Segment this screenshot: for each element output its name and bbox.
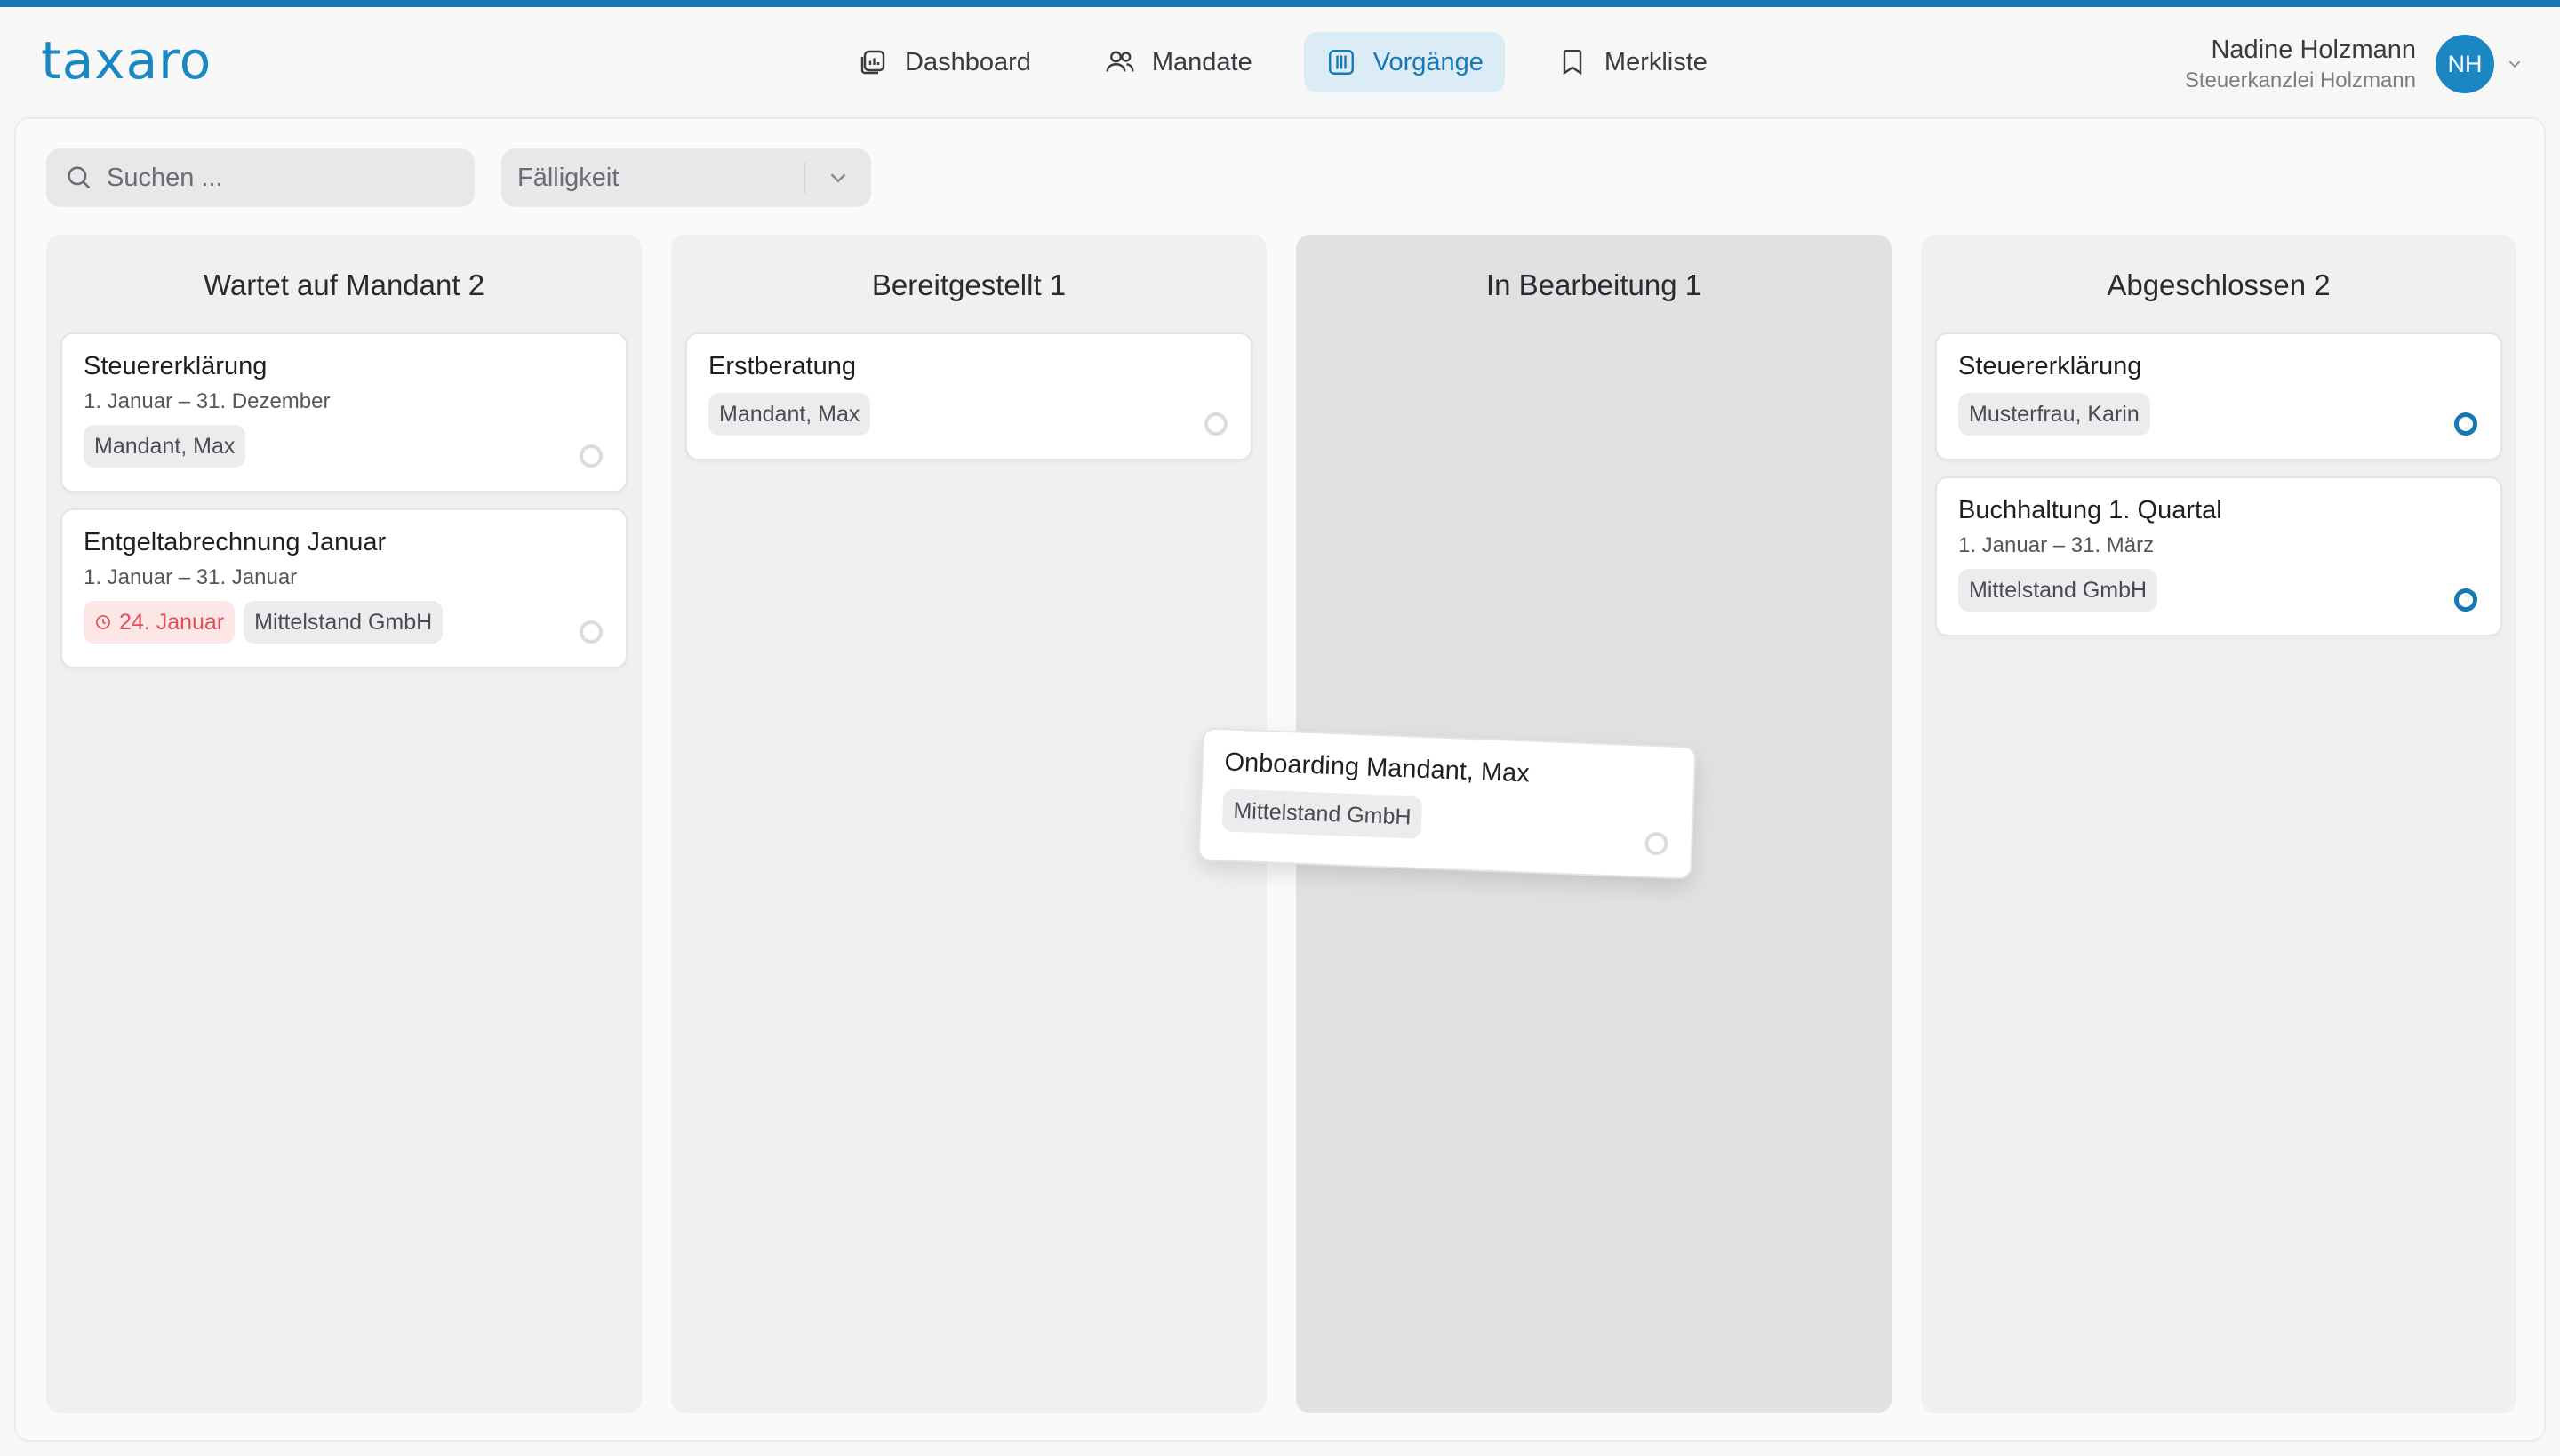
logo[interactable]: taxaro bbox=[41, 30, 212, 91]
main-nav: Dashboard Mandate Vorgänge Merkliste bbox=[836, 32, 1729, 92]
top-accent-bar bbox=[0, 0, 2560, 7]
due-date-label: 24. Januar bbox=[119, 609, 225, 635]
card-date-range: 1. Januar – 31. Januar bbox=[84, 565, 298, 589]
status-indicator[interactable] bbox=[580, 620, 603, 644]
due-date-badge[interactable]: 24. Januar bbox=[84, 601, 236, 644]
dashboard-icon bbox=[860, 50, 885, 75]
search-box[interactable] bbox=[46, 148, 475, 207]
search-input[interactable] bbox=[107, 163, 444, 193]
status-indicator-done[interactable] bbox=[2454, 412, 2477, 436]
status-indicator[interactable] bbox=[580, 444, 603, 468]
client-tag[interactable]: Mandant, Max bbox=[84, 425, 246, 468]
search-icon bbox=[68, 166, 91, 189]
client-tag[interactable]: Mittelstand GmbH bbox=[1221, 788, 1423, 839]
client-tag[interactable]: Mittelstand GmbH bbox=[1958, 569, 2158, 612]
column-wartet-auf-mandant[interactable]: Wartet auf Mandant 2 Steuererklärung 1. … bbox=[46, 235, 642, 1413]
card-title: Entgeltabrechnung Januar bbox=[84, 528, 387, 556]
kanban-icon bbox=[1328, 50, 1354, 75]
clock-icon bbox=[96, 615, 110, 629]
main-panel: Fälligkeit Wartet auf Mandant 2 Steuerer… bbox=[14, 117, 2546, 1442]
nav-item-vorgaenge[interactable]: Vorgänge bbox=[1303, 32, 1505, 92]
chevron-down-icon bbox=[830, 173, 846, 183]
filter-selected-value: Fälligkeit bbox=[517, 163, 620, 192]
task-card[interactable]: Buchhaltung 1. Quartal 1. Januar – 31. M… bbox=[1935, 476, 2502, 636]
user-organization: Steuerkanzlei Holzmann bbox=[2184, 68, 2416, 92]
card-title: Onboarding Mandant, Max bbox=[1223, 748, 1531, 788]
chevron-down-icon[interactable] bbox=[2505, 54, 2524, 74]
dragging-task-card[interactable]: Onboarding Mandant, Max Mittelstand GmbH bbox=[1197, 727, 1697, 880]
status-indicator[interactable] bbox=[1644, 831, 1668, 856]
task-card[interactable]: Steuererklärung Musterfrau, Karin bbox=[1935, 332, 2502, 460]
nav-label-vorgaenge: Vorgänge bbox=[1372, 47, 1484, 76]
column-abgeschlossen[interactable]: Abgeschlossen 2 Steuererklärung Musterfr… bbox=[1921, 235, 2516, 1413]
column-title: Abgeschlossen 2 bbox=[2107, 268, 2331, 301]
task-card[interactable]: Steuererklärung 1. Januar – 31. Dezember… bbox=[60, 332, 628, 492]
bookmark-icon bbox=[1563, 50, 1582, 76]
nav-label-mandate: Mandate bbox=[1151, 47, 1252, 76]
nav-label-merkliste: Merkliste bbox=[1604, 47, 1708, 76]
client-tag[interactable]: Mittelstand GmbH bbox=[244, 601, 444, 644]
status-indicator-done[interactable] bbox=[2454, 588, 2477, 612]
app-header: taxaro Dashboard Mandate Vorgänge Merkli… bbox=[0, 7, 2560, 117]
column-title: Wartet auf Mandant 2 bbox=[203, 268, 485, 301]
kanban-board: Wartet auf Mandant 2 Steuererklärung 1. … bbox=[46, 235, 2517, 1413]
user-name: Nadine Holzmann bbox=[2211, 36, 2416, 64]
card-title: Buchhaltung 1. Quartal bbox=[1958, 496, 2222, 524]
column-title: In Bearbeitung 1 bbox=[1485, 268, 1702, 301]
card-title: Steuererklärung bbox=[84, 352, 268, 380]
users-icon bbox=[1106, 51, 1134, 72]
client-tag[interactable]: Musterfrau, Karin bbox=[1958, 393, 2150, 436]
avatar[interactable]: NH bbox=[2436, 35, 2494, 93]
task-card[interactable]: Entgeltabrechnung Januar 1. Januar – 31.… bbox=[60, 508, 628, 668]
due-date-filter-select[interactable]: Fälligkeit bbox=[501, 148, 871, 207]
user-menu[interactable]: Nadine Holzmann Steuerkanzlei Holzmann N… bbox=[2185, 32, 2524, 96]
card-title: Steuererklärung bbox=[1958, 352, 2142, 380]
column-title: Bereitgestellt 1 bbox=[871, 268, 1067, 301]
column-bereitgestellt[interactable]: Bereitgestellt 1 Erstberatung Mandant, M… bbox=[671, 235, 1267, 1413]
nav-item-dashboard[interactable]: Dashboard bbox=[836, 32, 1052, 92]
task-card[interactable]: Erstberatung Mandant, Max bbox=[685, 332, 1252, 460]
card-date-range: 1. Januar – 31. März bbox=[1958, 533, 2155, 557]
nav-item-mandate[interactable]: Mandate bbox=[1083, 32, 1274, 92]
nav-label-dashboard: Dashboard bbox=[905, 47, 1031, 76]
card-date-range: 1. Januar – 31. Dezember bbox=[84, 389, 331, 413]
status-indicator[interactable] bbox=[1204, 412, 1228, 436]
client-tag[interactable]: Mandant, Max bbox=[708, 393, 871, 436]
nav-item-merkliste[interactable]: Merkliste bbox=[1535, 32, 1729, 92]
card-title: Erstberatung bbox=[708, 352, 857, 380]
